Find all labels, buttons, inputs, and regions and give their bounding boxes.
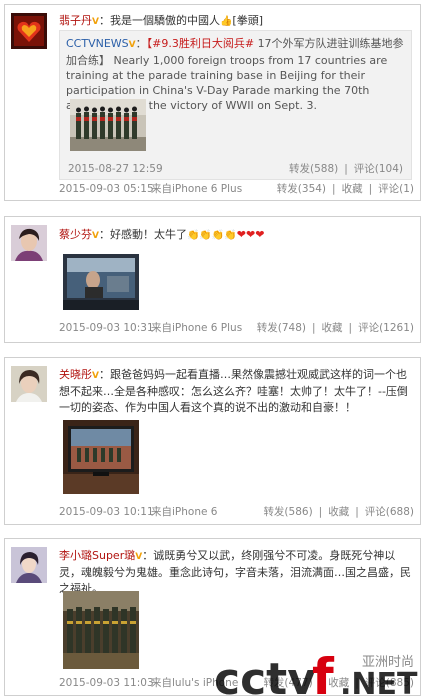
repost-meta: 2015-08-27 12:59 转发(588) | 评论(104) <box>68 161 403 177</box>
post-text: 蔡少芬V：好感動！太牛了👏👏👏👏❤❤❤ <box>59 227 412 244</box>
avatar[interactable] <box>11 366 47 402</box>
verified-icon: V <box>128 40 136 50</box>
timestamp-link[interactable]: 2015-09-03 05:15 <box>59 181 154 197</box>
post-meta: 2015-09-03 10:11 来自iPhone 6 转发(586) | 收藏 | 评… <box>59 504 414 520</box>
repost-actions: 转发(588) | 评论(104) <box>289 161 403 177</box>
timestamp-link[interactable]: 2015-09-03 10:11 <box>59 504 154 520</box>
repost-comment-button[interactable]: 评论(104) <box>354 163 403 175</box>
timestamp-link[interactable]: 2015-09-03 10:31 <box>59 320 154 336</box>
username-link[interactable]: 李小璐Super璐 <box>59 549 135 562</box>
repost-box: CCTVNEWSV：【#9.3胜利日大阅兵# 17个外军方队进驻训练基地参加合练… <box>59 30 412 180</box>
timestamp-link[interactable]: 2015-09-03 11:03 <box>59 675 154 691</box>
parade-photo[interactable] <box>63 591 139 669</box>
favorite-button[interactable]: 收藏 <box>342 183 363 195</box>
favorite-button[interactable]: 收藏 <box>322 322 343 334</box>
watermark-logo-net: .NET <box>340 667 418 700</box>
post-actions: 转发(586) | 收藏 | 评论(688) <box>263 504 414 520</box>
post-actions: 转发(748) | 收藏 | 评论(1261) <box>257 320 414 336</box>
post-actions: 转发(354) | 收藏 | 评论(1) <box>277 181 414 197</box>
post-meta: 2015-09-03 05:15 来自iPhone 6 Plus 转发(354)… <box>59 181 414 197</box>
hashtag-link[interactable]: 【#9.3胜利日大阅兵# <box>147 37 254 50</box>
username-link[interactable]: 蔡少芬 <box>59 228 92 241</box>
repost-username-link[interactable]: CCTVNEWS <box>66 37 129 50</box>
verified-icon: V <box>92 231 99 241</box>
source-label: 来自iPhone 6 Plus <box>151 183 243 195</box>
forward-button[interactable]: 转发(748) <box>257 322 306 334</box>
clap-emoji-icon: 👏👏👏👏 <box>186 230 237 241</box>
avatar[interactable] <box>11 547 47 583</box>
divider: | <box>318 506 323 518</box>
post-text: 李小璐Super璐V：诚既勇兮又以武，终刚强兮不可凌。身既死兮神以灵，魂魄毅兮为… <box>59 549 411 595</box>
avatar[interactable] <box>11 225 47 261</box>
parade-photo[interactable] <box>70 99 146 151</box>
divider: | <box>344 163 348 175</box>
cctv-watermark: cctv f .NET 亚洲时尚 <box>212 646 424 700</box>
verified-icon: V <box>135 552 143 562</box>
watermark-logo-text: cctv <box>214 654 316 700</box>
comment-button[interactable]: 评论(1261) <box>358 322 414 334</box>
forward-button[interactable]: 转发(354) <box>277 183 326 195</box>
source-label: 来自iPhone 6 <box>151 506 218 518</box>
username-link[interactable]: 关晓彤 <box>59 368 92 381</box>
repost-forward-button[interactable]: 转发(588) <box>289 163 338 175</box>
divider: | <box>311 322 316 334</box>
post-body: 好感動！太牛了 <box>109 228 187 241</box>
comment-button[interactable]: 评论(688) <box>365 506 414 518</box>
avatar[interactable] <box>11 13 47 49</box>
forward-button[interactable]: 转发(586) <box>263 506 312 518</box>
divider: | <box>368 183 373 195</box>
post-text: 关晓彤V：跟爸爸妈妈一起看直播…果然像震撼壮观威武这样的词一个也想不起来…全是各… <box>59 368 408 414</box>
post-body: 我是一個驕傲的中國人 <box>109 14 220 27</box>
tv-photo[interactable] <box>63 254 139 310</box>
weibo-post: 关晓彤V：跟爸爸妈妈一起看直播…果然像震撼壮观威武这样的词一个也想不起来…全是各… <box>4 357 421 525</box>
tv-photo[interactable] <box>63 420 139 494</box>
post-meta: 2015-09-03 10:31 来自iPhone 6 Plus 转发(748)… <box>59 320 414 336</box>
post-body: 跟爸爸妈妈一起看直播…果然像震撼壮观威武这样的词一个也想不起来…全是各种感叹：怎… <box>59 368 408 414</box>
favorite-button[interactable]: 收藏 <box>328 506 349 518</box>
post-body-tail: [拳頭] <box>232 14 264 27</box>
divider: | <box>355 506 359 518</box>
divider: | <box>332 183 336 195</box>
verified-icon: V <box>92 17 99 27</box>
post-text: 翡子丹V：我是一個驕傲的中國人👍[拳頭] <box>59 13 412 30</box>
weibo-post: 蔡少芬V：好感動！太牛了👏👏👏👏❤❤❤ 2015-09-03 10:31 来自i… <box>4 216 421 343</box>
weibo-post: 翡子丹V：我是一個驕傲的中國人👍[拳頭] CCTVNEWSV：【#9.3胜利日大… <box>4 4 421 201</box>
source-label: 来自iPhone 6 Plus <box>151 322 243 334</box>
repost-timestamp-link[interactable]: 2015-08-27 12:59 <box>68 161 163 177</box>
comment-button[interactable]: 评论(1) <box>378 183 414 195</box>
watermark-logo-f: f <box>312 648 335 700</box>
verified-icon: V <box>92 371 99 381</box>
thumbs-emoji-icon: 👍 <box>219 16 233 27</box>
watermark-cn-text: 亚洲时尚 <box>362 655 414 670</box>
username-link[interactable]: 翡子丹 <box>59 14 92 27</box>
heart-emoji-icon: ❤❤❤ <box>236 228 265 241</box>
divider: | <box>348 322 353 334</box>
